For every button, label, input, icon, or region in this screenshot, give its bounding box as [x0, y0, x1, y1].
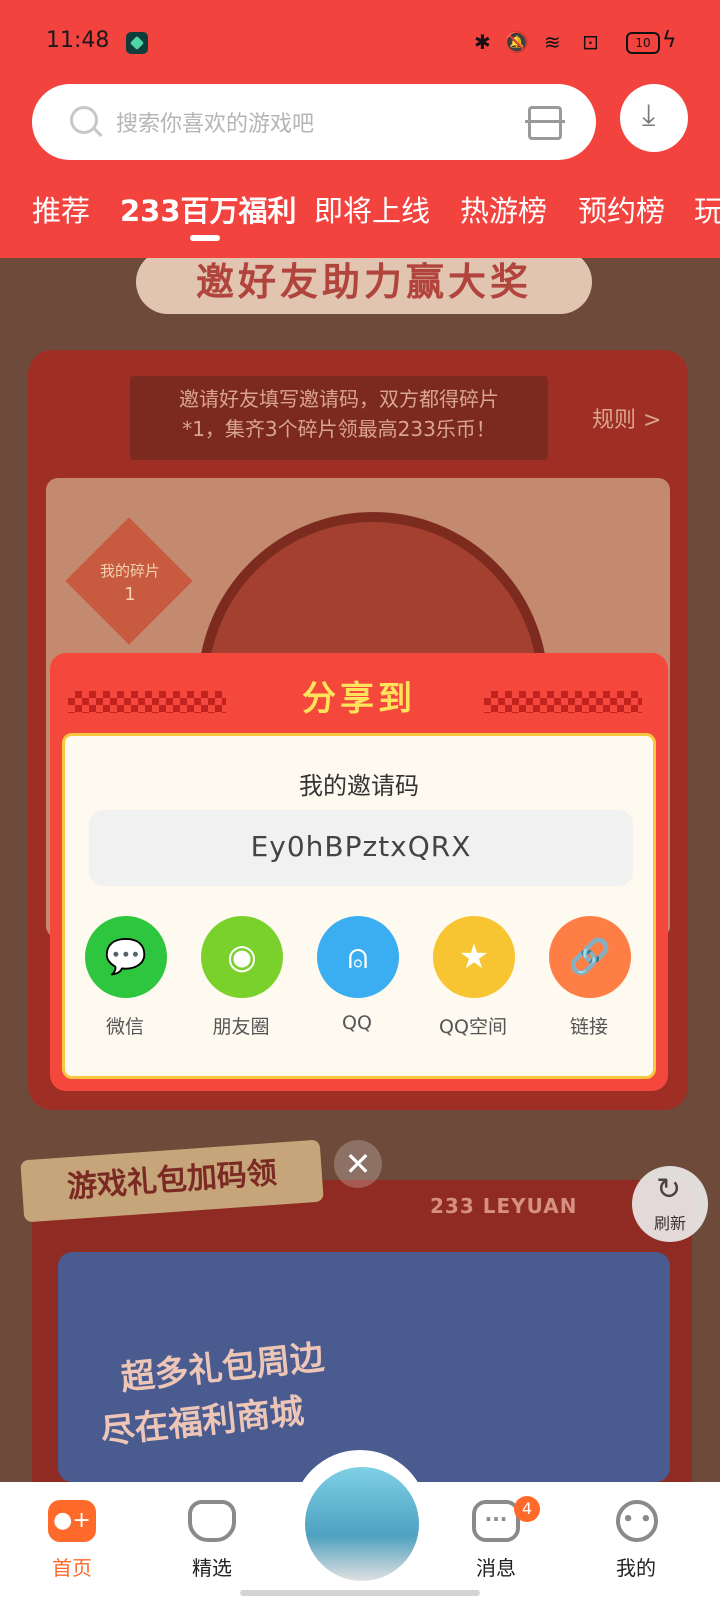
share-label: 链接 [569, 1016, 608, 1038]
moments-icon: ◉ [201, 916, 283, 998]
share-label: 微信 [105, 1016, 144, 1038]
app-notification-icon [126, 32, 148, 54]
nav-profile[interactable]: • • 我的 [586, 1500, 686, 1590]
download-button[interactable]: ⤓ [620, 84, 688, 152]
rules-link[interactable]: 规则 > [592, 402, 661, 434]
modal-body: 我的邀请码 Ey0hBPztxQRX 💬 微信 ◉ 朋友圈 ⍝ QQ ★ QQ空… [62, 733, 656, 1079]
wechat-icon: 💬 [85, 916, 167, 998]
nav-featured[interactable]: 精选 [162, 1500, 262, 1590]
invite-description-line: 邀请好友填写邀请码，双方都得碎片 [179, 387, 499, 411]
gamepad-icon: ●+ [48, 1500, 96, 1542]
charging-icon: ϟ [662, 28, 677, 53]
mute-icon: 🔕 [504, 30, 529, 54]
link-icon: 🔗 [549, 916, 631, 998]
top-header: 11:48 ✱ 🔕 ≋ ⊡ 10 ϟ 搜索你喜欢的游戏吧 ⤓ 推荐 233百万福… [0, 0, 720, 258]
heart-box-icon [188, 1500, 236, 1542]
tab-indicator [190, 235, 220, 241]
share-wechat-button[interactable]: 💬 微信 [75, 916, 175, 1056]
nav-label: 消息 [476, 1556, 516, 1580]
share-moments-button[interactable]: ◉ 朋友圈 [191, 916, 291, 1056]
fragment-count: 1 [124, 584, 136, 605]
tab-hot-chart[interactable]: 热游榜 [460, 188, 547, 230]
share-label: 朋友圈 [212, 1016, 270, 1038]
refresh-icon: ↻ [656, 1172, 682, 1207]
nav-label: 首页 [52, 1556, 92, 1580]
tab-recommend[interactable]: 推荐 [32, 188, 90, 230]
center-featured-avatar[interactable] [302, 1464, 422, 1584]
nav-label: 精选 [192, 1556, 232, 1580]
qq-icon: ⍝ [317, 916, 399, 998]
invite-code-label: 我的邀请码 [299, 772, 419, 800]
share-link-button[interactable]: 🔗 链接 [539, 916, 639, 1056]
face-icon: • • [616, 1500, 658, 1542]
share-qzone-button[interactable]: ★ QQ空间 [423, 916, 523, 1056]
nav-label: 我的 [616, 1556, 656, 1580]
cast-icon: ⊡ [582, 30, 599, 54]
invite-description: 邀请好友填写邀请码，双方都得碎片 *1，集齐3个碎片领最高233乐币！ [130, 376, 548, 460]
share-label: QQ [342, 1012, 372, 1034]
invite-code-box[interactable]: Ey0hBPztxQRX [89, 810, 633, 886]
chat-icon: ··· [472, 1500, 520, 1542]
invite-description-line: *1，集齐3个碎片领最高233乐币！ [182, 417, 496, 441]
gift-brand: 233 LEYUAN [430, 1194, 578, 1218]
tab-coming-soon[interactable]: 即将上线 [314, 188, 430, 230]
home-indicator [240, 1590, 480, 1596]
status-time: 11:48 [46, 28, 110, 53]
download-icon: ⤓ [642, 98, 656, 133]
nav-home[interactable]: ●+ 首页 [22, 1500, 122, 1590]
search-icon [70, 106, 98, 134]
refresh-label: 刷新 [653, 1214, 686, 1233]
refresh-button[interactable]: ↻ 刷新 [632, 1166, 708, 1242]
qzone-icon: ★ [433, 916, 515, 998]
battery-icon: 10 [626, 32, 660, 54]
scan-icon[interactable] [525, 106, 565, 140]
message-count-badge: 4 [514, 1496, 540, 1522]
search-bar[interactable]: 搜索你喜欢的游戏吧 [32, 84, 596, 160]
modal-title: 分享到 [302, 679, 416, 719]
close-modal-button[interactable]: ✕ [334, 1140, 382, 1188]
tab-233-welfare[interactable]: 233百万福利 [120, 188, 297, 230]
share-label: QQ空间 [439, 1016, 507, 1038]
fragment-label: 我的碎片 [99, 562, 160, 580]
share-qq-button[interactable]: ⍝ QQ [307, 916, 407, 1056]
tab-more[interactable]: 玩 [694, 188, 720, 230]
share-modal: 分享到 我的邀请码 Ey0hBPztxQRX 💬 微信 ◉ 朋友圈 ⍝ QQ ★… [50, 653, 668, 1091]
tab-reservation-chart[interactable]: 预约榜 [578, 188, 665, 230]
wifi-icon: ≋ [544, 30, 561, 54]
search-placeholder: 搜索你喜欢的游戏吧 [116, 112, 315, 137]
invite-code-value: Ey0hBPztxQRX [250, 830, 472, 863]
bluetooth-icon: ✱ [474, 30, 491, 54]
banner-title: 邀好友助力赢大奖 [136, 250, 592, 314]
